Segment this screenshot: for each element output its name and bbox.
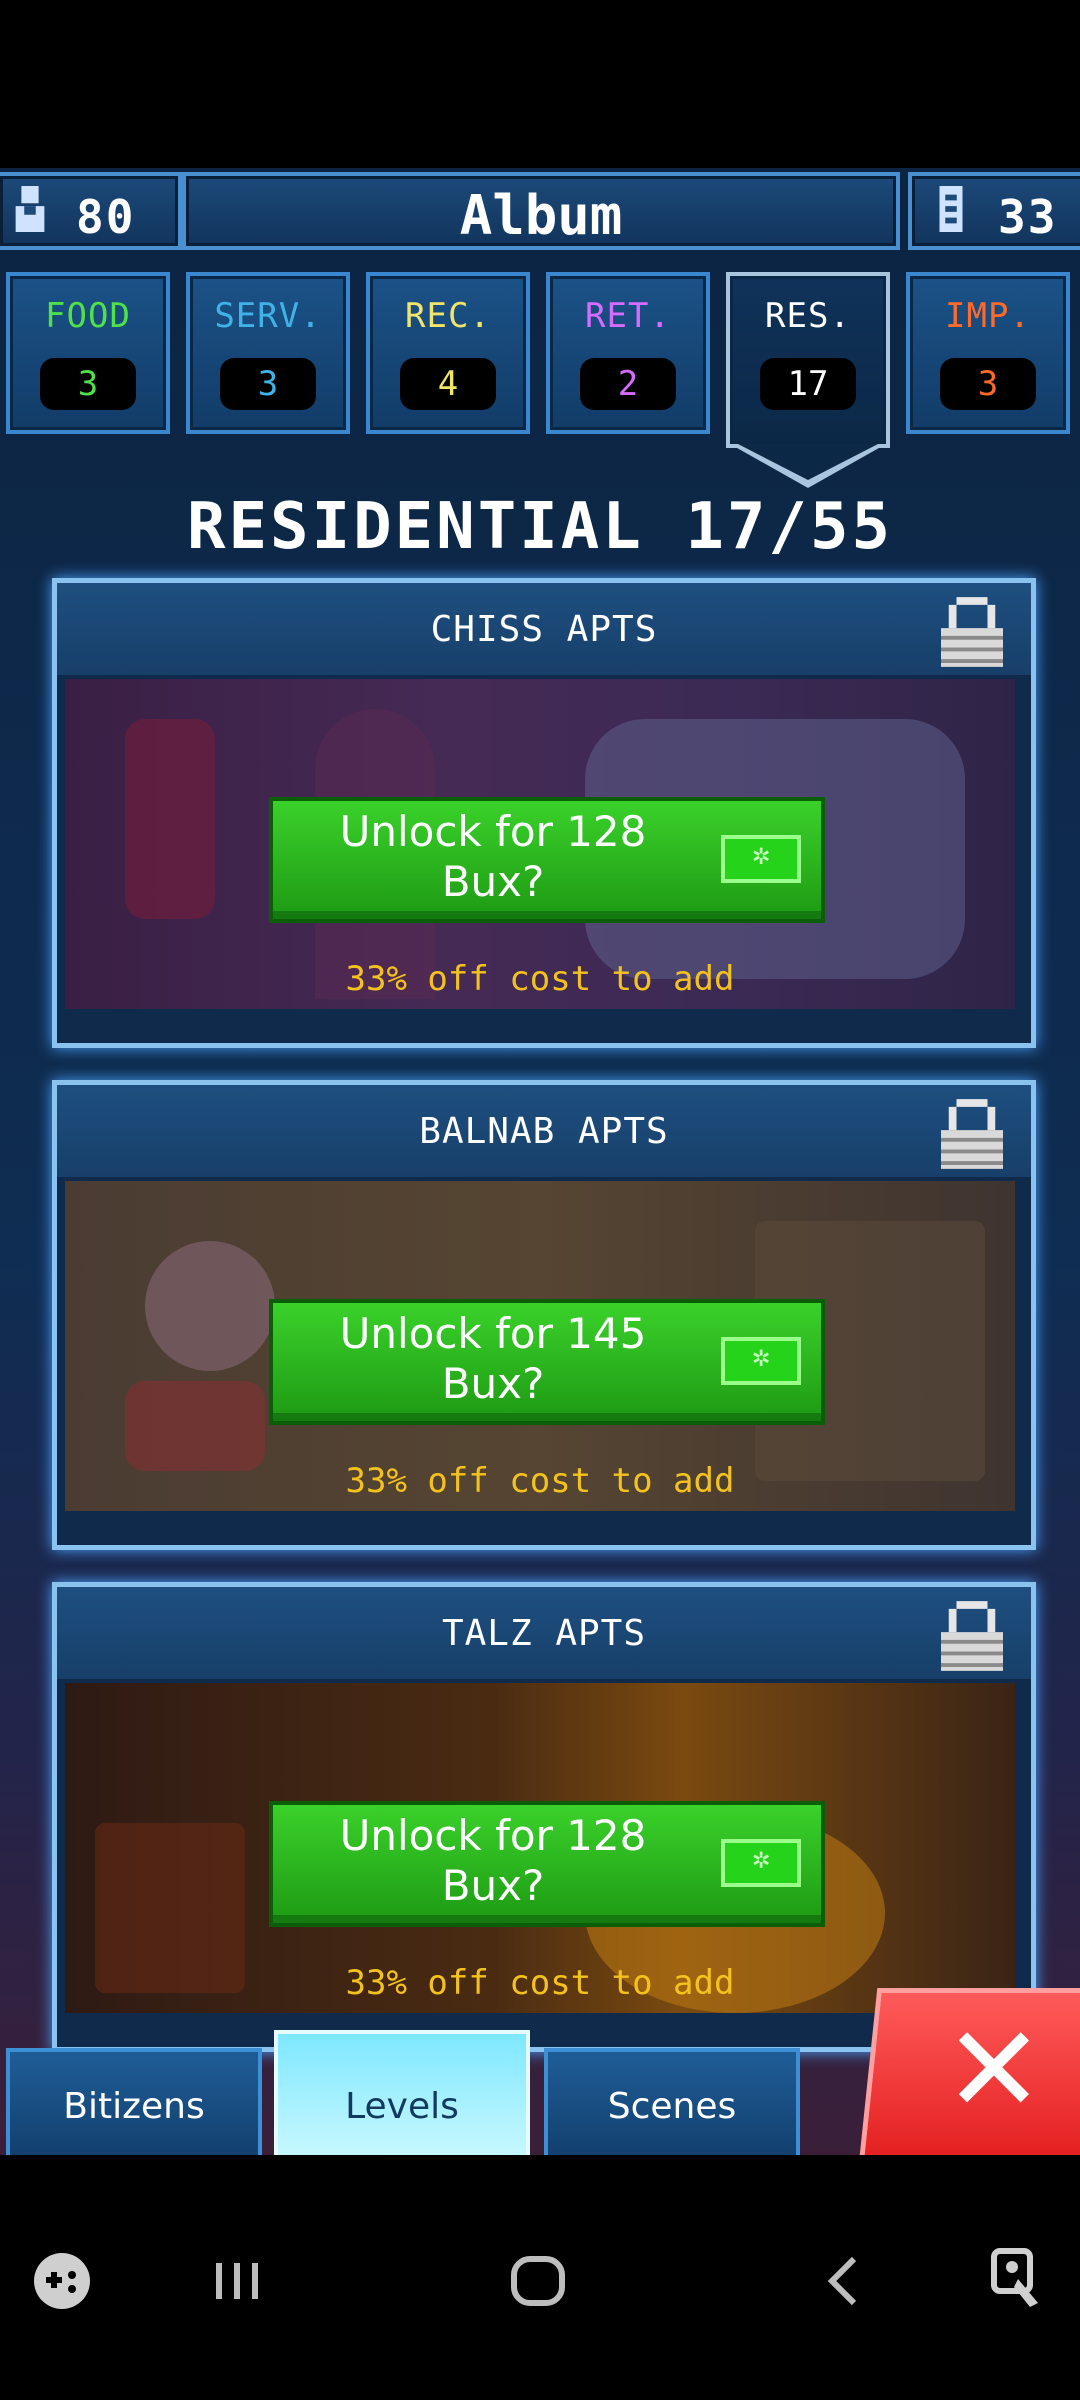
active-tab-pointer-inner <box>738 444 878 480</box>
unlock-button[interactable]: Unlock for 145 Bux? <box>269 1299 825 1425</box>
discount-text: 33% off cost to add <box>345 1461 735 1501</box>
close-button[interactable]: ✕ <box>858 1988 1080 2155</box>
bux-icon <box>721 1839 801 1887</box>
tab-count: 3 <box>220 358 316 410</box>
discount-text: 33% off cost to add <box>345 1963 735 2003</box>
unlock-line-2: Bux? <box>441 1861 545 1910</box>
population-counter: 80 <box>0 172 182 250</box>
tab-service[interactable]: SERV. 3 <box>186 272 350 434</box>
unlock-line-2: Bux? <box>441 857 545 906</box>
card-name-bar: TALZ APTS <box>57 1587 1031 1679</box>
close-icon: ✕ <box>943 2001 1045 2140</box>
tab-imperial[interactable]: IMP. 3 <box>906 272 1070 434</box>
level-preview-image: Unlock for 128 Bux? 33% off cost to add <box>65 679 1015 1009</box>
back-icon <box>827 2256 857 2306</box>
recents-button[interactable] <box>190 2155 310 2400</box>
tab-label: SERV. <box>214 296 322 336</box>
bux-icon <box>721 835 801 883</box>
discount-text: 33% off cost to add <box>345 959 735 999</box>
home-button[interactable] <box>480 2155 600 2400</box>
tab-residential[interactable]: RES. 17 <box>726 272 890 448</box>
game-launcher-icon <box>34 2253 90 2309</box>
unlock-line-1: Unlock for 128 <box>339 1811 647 1860</box>
category-tabs: FOOD 3 SERV. 3 REC. 4 RET. 2 RES. 17 IMP… <box>0 272 1080 488</box>
level-preview-image: Unlock for 128 Bux? 33% off cost to add <box>65 1683 1015 2013</box>
tab-label: RES. <box>765 296 851 336</box>
home-icon <box>511 2256 565 2306</box>
elevator-icon <box>939 186 963 232</box>
title-box: Album <box>182 172 900 250</box>
tab-label: REC. <box>405 296 491 336</box>
level-name: TALZ APTS <box>441 1613 647 1654</box>
unlock-button[interactable]: Unlock for 128 Bux? <box>269 1801 825 1927</box>
unlock-line-1: Unlock for 128 <box>339 807 647 856</box>
header: 80 Album 33 <box>0 168 1080 254</box>
tab-scenes[interactable]: Scenes <box>544 2048 800 2155</box>
person-icon <box>15 186 45 232</box>
unlock-line-1: Unlock for 145 <box>339 1309 647 1358</box>
accessibility-button[interactable] <box>960 2155 1080 2400</box>
section-title: RESIDENTIAL 17/55 <box>186 490 894 564</box>
page-title: Album <box>459 184 623 247</box>
unlock-label: Unlock for 145 Bux? <box>283 1309 703 1409</box>
unlock-button[interactable]: Unlock for 128 Bux? <box>269 797 825 923</box>
tab-label: FOOD <box>45 296 131 336</box>
tab-count: 2 <box>580 358 676 410</box>
tab-count: 17 <box>760 358 856 410</box>
level-name: CHISS APTS <box>430 609 658 650</box>
lock-icon <box>941 1601 1003 1671</box>
tab-label: Scenes <box>607 2086 737 2127</box>
system-nav-bar <box>0 2155 1080 2400</box>
unlock-label: Unlock for 128 Bux? <box>283 807 703 907</box>
tab-label: Levels <box>345 2086 459 2127</box>
unlock-label: Unlock for 128 Bux? <box>283 1811 703 1911</box>
lock-icon <box>941 597 1003 667</box>
scene-decoration <box>145 1241 275 1371</box>
tab-levels[interactable]: Levels <box>274 2030 530 2155</box>
tab-label: Bitizens <box>63 2086 205 2127</box>
unlock-line-2: Bux? <box>441 1359 545 1408</box>
lock-icon <box>941 1099 1003 1169</box>
floor-counter: 33 <box>908 172 1080 250</box>
status-bar-area <box>0 0 1080 168</box>
tab-count: 3 <box>40 358 136 410</box>
level-card-chiss-apts: CHISS APTS Unlock for 128 Bux? ✲ 33% off… <box>52 578 1036 1048</box>
floors-value: 33 <box>998 190 1058 244</box>
population-value: 80 <box>76 190 136 244</box>
tab-food[interactable]: FOOD 3 <box>6 272 170 434</box>
album-screen: 80 Album 33 FOOD 3 SERV. 3 REC. 4 RET. 2… <box>0 168 1080 2155</box>
recents-icon <box>216 2263 258 2299</box>
card-name-bar: CHISS APTS <box>57 583 1031 675</box>
tab-count: 3 <box>940 358 1036 410</box>
bux-icon <box>721 1337 801 1385</box>
accessibility-icon <box>991 2248 1038 2307</box>
card-name-bar: BALNAB APTS <box>57 1085 1031 1177</box>
tab-label: IMP. <box>945 296 1031 336</box>
scene-decoration <box>125 1381 265 1471</box>
level-card-balnab-apts: BALNAB APTS Unlock for 145 Bux? ✲ 33% of… <box>52 1080 1036 1550</box>
level-preview-image: Unlock for 145 Bux? 33% off cost to add <box>65 1181 1015 1511</box>
tab-recreation[interactable]: REC. 4 <box>366 272 530 434</box>
back-button[interactable] <box>800 2155 920 2400</box>
tab-label: RET. <box>585 296 671 336</box>
tab-retail[interactable]: RET. 2 <box>546 272 710 434</box>
tab-count: 4 <box>400 358 496 410</box>
tab-bitizens[interactable]: Bitizens <box>6 2048 262 2155</box>
level-name: BALNAB APTS <box>419 1111 669 1152</box>
scene-decoration <box>125 719 215 919</box>
game-launcher-button[interactable] <box>20 2155 140 2400</box>
level-card-talz-apts: TALZ APTS Unlock for 128 Bux? 33 <box>52 1582 1036 2052</box>
